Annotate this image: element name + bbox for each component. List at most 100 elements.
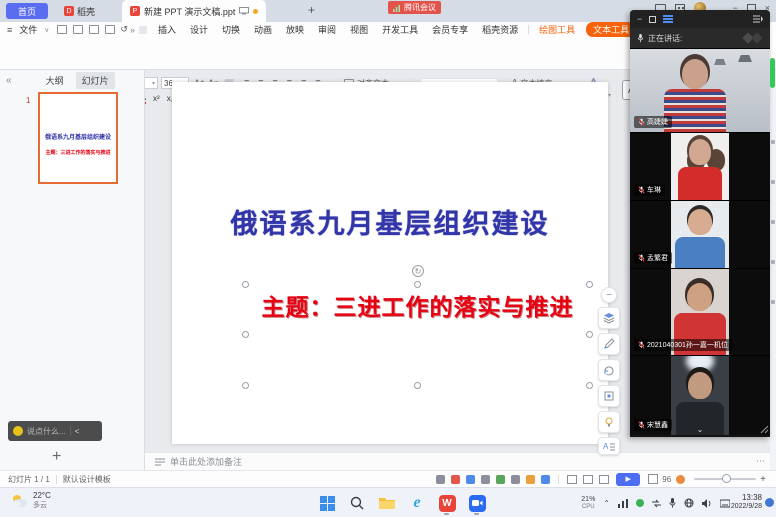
scroll-indicator[interactable] [770,58,775,88]
resize-handle-w[interactable] [242,331,249,338]
taskbar-search-button[interactable] [346,492,368,514]
play-slideshow-button[interactable]: ▶ [616,473,640,486]
notes-area[interactable]: 单击此处添加备注 ⋯ [145,452,776,470]
superscript-button[interactable]: x² [153,94,160,103]
slide-canvas[interactable]: 俄语系九月基层组织建设 主题：三进工作的落实与推进 ↻ [172,82,608,444]
resize-handle-nw[interactable] [242,281,249,288]
participant-video-1[interactable]: ⌃ 高婕婕 [630,48,770,132]
add-slide-button[interactable]: + [52,448,61,466]
file-menu[interactable]: 文件 [19,23,37,36]
rotate-handle[interactable]: ↻ [412,265,424,277]
preview-icon[interactable] [105,25,115,34]
emoji-icon[interactable] [13,426,23,436]
menu-tab-design[interactable]: 设计 [190,23,208,36]
chat-input-placeholder[interactable]: 说点什么... [27,426,66,437]
statusbar-tool-icon-3[interactable] [466,475,475,484]
tray-expand-icon[interactable]: ⌃ [603,499,610,508]
touch-keyboard-icon[interactable] [720,499,730,508]
statusbar-tool-icon-4[interactable] [481,475,490,484]
sidebar-mini-icon[interactable] [771,300,775,304]
tab-outline[interactable]: 大纲 [40,72,70,89]
fit-slide-icon[interactable] [648,474,658,484]
resize-handle-n[interactable] [414,281,421,288]
slide-title[interactable]: 俄语系九月基层组织建设 [172,202,608,241]
meeting-status-badge[interactable]: 腾讯会议 [388,1,441,14]
menu-tab-text-tools[interactable]: 文本工具 [586,22,636,37]
weather-widget[interactable]: 22°C 多云 [10,491,51,510]
frame-button[interactable] [598,385,620,407]
activity-chart-icon[interactable] [618,499,628,508]
sync-arrows-icon[interactable] [652,499,661,508]
start-button[interactable] [316,492,338,514]
notes-placeholder[interactable]: 单击此处添加备注 [170,455,242,468]
meeting-maximize-icon[interactable] [649,16,656,23]
tencent-meeting-button[interactable] [466,492,488,514]
toolbar-overflow-icon[interactable]: » [130,25,135,35]
meeting-collapse-panel-icon[interactable] [753,15,763,23]
wps-button[interactable]: W [436,492,458,514]
slide-thumbnail-1[interactable]: 俄语系九月基层组织建设 主题：三进工作的落实与推进 [38,92,118,184]
start-tab-icon[interactable] [139,26,147,34]
file-explorer-button[interactable] [376,492,398,514]
menu-tab-draw-tools[interactable]: 绘图工具 [539,23,575,36]
export-icon[interactable] [73,25,83,34]
sidebar-mini-icon[interactable] [771,260,775,264]
meeting-minimize-icon[interactable]: − [637,14,642,24]
template-name[interactable]: 默认设计模板 [63,474,111,485]
notification-badge[interactable] [765,498,774,507]
statusbar-tool-icon-2[interactable] [451,475,460,484]
selected-textbox[interactable]: 主题：三进工作的落实与推进 ↻ [246,285,589,385]
participant-video-2[interactable]: 车琳 [630,132,770,200]
resize-handle-s[interactable] [414,382,421,389]
menu-tab-member[interactable]: 会员专享 [432,23,468,36]
menu-tab-developer[interactable]: 开发工具 [382,23,418,36]
statusbar-tool-icon-7[interactable] [526,475,535,484]
chevron-up-icon[interactable]: ⌃ [697,51,704,60]
internet-explorer-button[interactable]: e [406,492,428,514]
resize-handle-sw[interactable] [242,382,249,389]
participant-video-4[interactable]: 2021040301孙一嘉一机位 [630,268,770,355]
antivirus-tray-icon[interactable] [636,499,644,507]
sidebar-mini-icon[interactable] [771,140,775,144]
layer-order-button[interactable] [598,307,620,329]
participant-video-3[interactable]: 孟繁君 [630,200,770,268]
statusbar-tool-icon-1[interactable] [436,475,445,484]
resize-handle-e[interactable] [586,331,593,338]
menu-tab-slideshow[interactable]: 放映 [286,23,304,36]
slide-sorter-view-icon[interactable] [583,475,593,484]
cpu-widget[interactable]: 21% CPU [581,496,595,510]
menu-tab-animation[interactable]: 动画 [254,23,272,36]
resize-corner-icon[interactable] [760,425,769,434]
new-tab-button[interactable]: + [308,3,315,17]
reading-view-icon[interactable] [599,475,609,484]
clock-widget[interactable]: 13:38 2022/9/28 [731,493,762,511]
notes-more-icon[interactable]: ⋯ [756,456,766,467]
zoom-slider-thumb[interactable] [722,474,731,483]
document-tab[interactable]: P 新建 PPT 演示文稿.ppt [122,0,266,22]
file-caret-icon[interactable]: ∨ [44,26,49,34]
chat-collapse-icon[interactable]: < [75,427,80,436]
tab-slides[interactable]: 幻灯片 [76,72,115,89]
eye-protection-icon[interactable] [676,475,685,484]
hamburger-icon[interactable]: ≡ [7,25,12,35]
normal-view-icon[interactable] [567,475,577,484]
edit-style-button[interactable] [598,333,620,355]
menu-tab-insert[interactable]: 插入 [158,23,176,36]
sidebar-mini-icon[interactable] [771,180,775,184]
zoom-slider[interactable] [694,478,756,480]
print-icon[interactable] [89,25,99,34]
text-tools-button[interactable]: A [598,437,620,455]
collapse-quick-toolbar-icon[interactable]: − [601,287,617,303]
menu-tab-transition[interactable]: 切换 [222,23,240,36]
zoom-in-button[interactable]: + [760,474,766,485]
resize-handle-ne[interactable] [586,281,593,288]
menu-tab-review[interactable]: 审阅 [318,23,336,36]
speaker-icon[interactable] [702,499,712,508]
save-icon[interactable] [57,25,67,34]
resize-handle-se[interactable] [586,382,593,389]
participant-video-5[interactable]: ⌄ 宋慧鑫 [630,355,770,435]
meeting-chat-bar[interactable]: 说点什么... < [8,421,102,441]
docer-tab[interactable]: D 稻壳 [56,0,103,22]
network-globe-icon[interactable] [684,498,694,508]
home-button[interactable]: 首页 [6,3,48,19]
